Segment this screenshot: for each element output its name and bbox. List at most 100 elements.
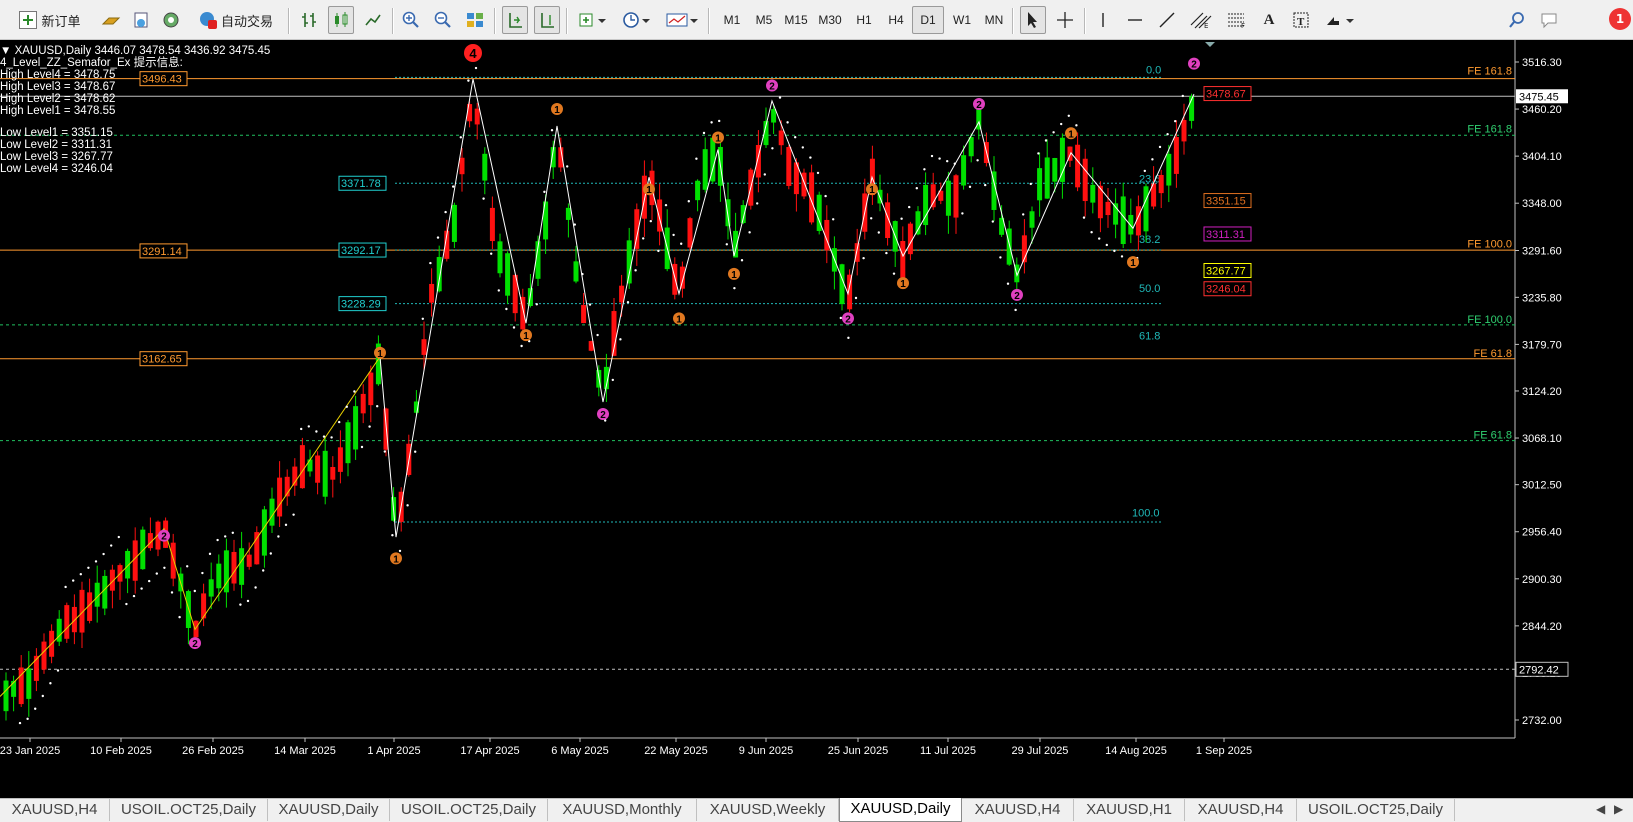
sar-dot — [117, 535, 121, 539]
sar-dot — [406, 504, 409, 507]
arrows-dropdown[interactable] — [1320, 6, 1360, 34]
semafor-marker-label: 2 — [976, 100, 982, 111]
candle-body — [246, 554, 252, 567]
timeframe-m1-button[interactable]: M1 — [716, 6, 748, 34]
sar-dot — [657, 249, 660, 253]
timeframe-m15-button[interactable]: M15 — [780, 6, 812, 34]
sar-dot — [984, 183, 987, 187]
sar-dot — [193, 589, 196, 593]
sar-dot — [155, 572, 158, 575]
crosshair-icon[interactable] — [1052, 6, 1078, 34]
trend-line-icon[interactable] — [1154, 6, 1180, 34]
signals-icon[interactable] — [158, 6, 184, 34]
equidistant-channel-icon[interactable]: E — [1186, 6, 1216, 34]
timeframe-h4-button[interactable]: H4 — [880, 6, 912, 34]
semafor-marker-label: 2 — [600, 410, 606, 421]
text-label-icon[interactable]: T — [1288, 6, 1314, 34]
sar-dot — [740, 259, 744, 262]
candle-body — [1143, 186, 1149, 232]
candle-body — [1181, 120, 1187, 142]
zoom-out-icon[interactable] — [430, 6, 456, 34]
sar-dot — [680, 242, 683, 245]
sar-dot — [1075, 124, 1078, 127]
chart-tab[interactable]: XAUUSD,H4 — [962, 799, 1074, 821]
tab-scroll-left-icon[interactable]: ◀ — [1596, 802, 1605, 816]
new-order-button[interactable]: 新订单 — [4, 6, 96, 34]
chart-tab[interactable]: USOIL.OCT25,Daily — [110, 799, 268, 821]
periods-dropdown[interactable] — [618, 6, 656, 34]
semafor-top-label: 4 — [469, 46, 477, 61]
sar-dot — [1113, 249, 1116, 253]
horizontal-line-icon[interactable] — [1122, 6, 1148, 34]
sar-dot — [467, 79, 470, 82]
chart-window[interactable]: 3516.30 3460.20 3404.10 3348.00 3291.60 3235.… — [0, 40, 1633, 798]
candle-body — [71, 606, 77, 633]
chart-tab[interactable]: XAUUSD,H4 — [1185, 799, 1297, 821]
chart-tab[interactable]: XAUUSD,Monthly — [548, 799, 697, 821]
sar-dot — [1181, 94, 1185, 98]
indicators-dropdown[interactable] — [574, 6, 612, 34]
gold-bars-icon[interactable] — [98, 6, 124, 34]
chart-tab[interactable]: XAUUSD,H4 — [0, 799, 110, 821]
sar-dot — [102, 552, 105, 556]
timeframe-h1-button[interactable]: H1 — [848, 6, 880, 34]
search-icon[interactable] — [1504, 6, 1530, 34]
chart-tab[interactable]: XAUUSD,Weekly — [697, 799, 839, 821]
chart-tab[interactable]: USOIL.OCT25,Daily — [390, 799, 548, 821]
chart-tab[interactable]: XAUUSD,H1 — [1074, 799, 1185, 821]
sar-dot — [733, 286, 736, 290]
sar-dot — [1174, 119, 1177, 123]
chart-tab[interactable]: XAUUSD,Daily — [268, 799, 390, 821]
tile-windows-icon[interactable] — [462, 6, 488, 34]
zoom-in-icon[interactable] — [398, 6, 424, 34]
chart-tab[interactable]: XAUUSD,Daily — [839, 798, 962, 822]
sar-dot — [748, 231, 751, 234]
timeframe-m30-button[interactable]: M30 — [814, 6, 846, 34]
sar-dot — [771, 147, 774, 150]
line-chart-icon[interactable] — [360, 6, 386, 34]
candle-body — [1029, 211, 1035, 228]
price-chart[interactable]: 3516.30 3460.20 3404.10 3348.00 3291.60 3235.… — [0, 40, 1633, 798]
bar-chart-icon[interactable] — [296, 6, 322, 34]
toolbar-separator — [1084, 8, 1086, 34]
text-tool-icon[interactable]: A — [1256, 6, 1282, 34]
sar-dot — [110, 544, 113, 547]
toolbar-separator — [1012, 8, 1014, 34]
sar-dot — [201, 571, 204, 575]
sar-dot — [429, 261, 432, 265]
sar-dot — [269, 552, 272, 555]
sar-dot — [497, 289, 500, 292]
sar-dot — [915, 186, 918, 190]
chart-shift-icon[interactable] — [534, 6, 560, 34]
fibonacci-retracement-icon[interactable]: F — [1222, 6, 1252, 34]
price-tick-label: 3516.30 — [1522, 57, 1562, 69]
market-watch-icon[interactable] — [128, 6, 154, 34]
notifications-icon[interactable] — [1536, 6, 1566, 34]
sar-dot — [391, 534, 394, 537]
candlestick-chart-icon[interactable] — [328, 6, 354, 34]
auto-trading-button[interactable]: 自动交易 — [190, 6, 282, 34]
sar-dot — [938, 157, 941, 160]
time-tick-label: 29 Jul 2025 — [1012, 745, 1069, 757]
tab-scroll-right-icon[interactable]: ▶ — [1614, 802, 1623, 816]
timeframe-w1-button[interactable]: W1 — [946, 6, 978, 34]
vertical-line-icon[interactable] — [1090, 6, 1116, 34]
cursor-icon[interactable] — [1020, 6, 1046, 34]
candle-body — [269, 498, 275, 526]
candle-body — [451, 204, 457, 242]
chart-tab[interactable]: USOIL.OCT25,Daily — [1297, 799, 1455, 821]
sar-dot — [436, 236, 440, 239]
timeframe-mn-button[interactable]: MN — [978, 6, 1010, 34]
semafor-marker-label: 1 — [554, 105, 560, 116]
sar-dot — [1014, 308, 1017, 312]
fe-level-label: FE 61.8 — [1473, 430, 1512, 442]
auto-scroll-icon[interactable] — [502, 6, 528, 34]
sar-dot — [832, 218, 835, 221]
timeframe-d1-button[interactable]: D1 — [912, 6, 944, 34]
timeframe-m5-button[interactable]: M5 — [748, 6, 780, 34]
sar-dot — [923, 168, 926, 171]
templates-dropdown[interactable] — [662, 6, 704, 34]
sar-dot — [1029, 182, 1033, 186]
sar-dot — [626, 300, 630, 304]
candle-body — [261, 509, 267, 556]
